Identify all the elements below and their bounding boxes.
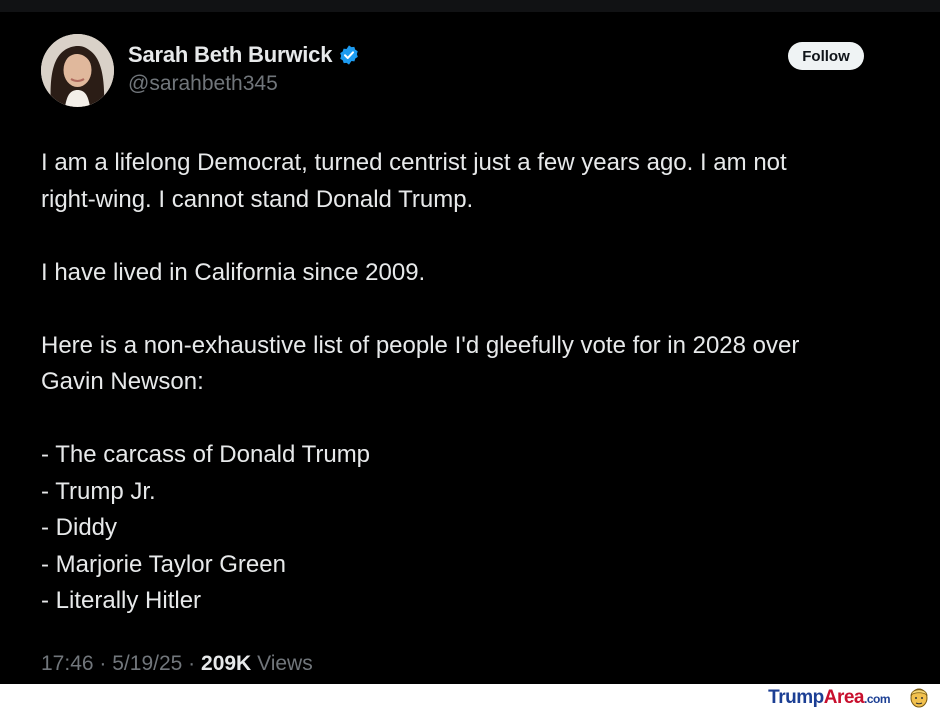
tweet-date[interactable]: 5/19/25 [112,652,182,675]
brand-part-1: Trump [768,687,824,708]
author-name[interactable]: Sarah Beth Burwick [128,42,332,68]
list-item: - Trump Jr. [41,477,156,505]
tweet-time[interactable]: 17:46 [41,652,94,675]
candidate-list: - The carcass of Donald Trump - Trump Jr… [41,437,901,620]
avatar-image [41,34,114,107]
brand-part-3: .com [863,692,891,706]
text-line: Gavin Newson: [41,368,204,395]
trump-mascot-icon [910,688,928,708]
meta-separator: · [99,652,107,675]
paragraph-california: I have lived in California since 2009. [41,255,901,292]
paragraph-list-intro: Here is a non-exhaustive list of people … [41,328,901,401]
list-item: - Diddy [41,514,118,541]
text-line: I have lived in California since 2009. [41,258,426,286]
author-handle[interactable]: @sarahbeth345 [128,72,278,96]
list-item: - Literally Hitler [41,587,202,614]
watermark-bar: TrumpArea.com [0,684,940,709]
list-item: - Marjorie Taylor Green [41,550,286,578]
tweet-card: Sarah Beth Burwick @sarahbeth345 Follow … [0,12,940,684]
follow-button[interactable]: Follow [788,42,864,70]
top-bar [0,0,940,12]
text-line: Here is a non-exhaustive list of people … [41,331,800,359]
avatar[interactable] [41,34,114,107]
tweet-text: I am a lifelong Democrat, turned centris… [41,145,901,620]
list-item: - The carcass of Donald Trump [41,441,371,468]
text-line: right-wing. I cannot stand Donald Trump. [41,185,474,213]
tweet-meta: 17:46 · 5/19/25 · 209K Views [41,652,313,676]
views-label: Views [257,652,313,675]
paragraph-intro: I am a lifelong Democrat, turned centris… [41,145,901,218]
views-count: 209K [201,652,252,675]
brand-part-2: Area [823,687,865,708]
text-line: I am a lifelong Democrat, turned centris… [41,149,787,176]
watermark-logo: TrumpArea.com [768,687,890,709]
verified-badge-icon [340,45,359,65]
meta-separator: · [188,652,196,675]
